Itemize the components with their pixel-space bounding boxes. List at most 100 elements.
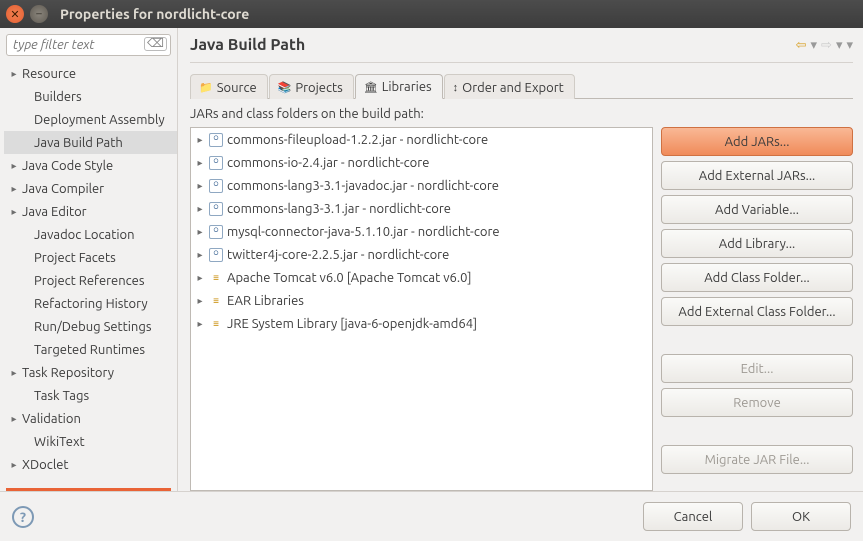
jar-icon: ০ — [209, 133, 223, 147]
category-tree[interactable]: ▸ResourceBuildersDeployment AssemblyJava… — [4, 62, 177, 488]
expand-icon[interactable]: ▸ — [195, 295, 205, 307]
migrate-jar-button[interactable]: Migrate JAR File... — [661, 445, 853, 474]
tree-item[interactable]: Builders — [4, 85, 177, 108]
tab-order-and-export[interactable]: ↕Order and Export — [444, 74, 575, 99]
jar-entry[interactable]: ▸ ০ commons-lang3-3.1.jar - nordlicht-core — [191, 197, 652, 220]
add-class-folder-button[interactable]: Add Class Folder... — [661, 263, 853, 292]
menu-icon[interactable]: ▾ — [846, 38, 853, 53]
expand-icon[interactable]: ▸ — [195, 203, 205, 215]
jar-icon: ০ — [209, 156, 223, 170]
forward-menu-icon[interactable]: ▾ — [836, 38, 843, 53]
tab-source[interactable]: 📁 Source — [190, 74, 268, 99]
tree-item-label: Java Editor — [20, 205, 87, 219]
tree-item-label: Run/Debug Settings — [20, 320, 151, 334]
tree-item[interactable]: ▸XDoclet — [4, 453, 177, 476]
jar-entry[interactable]: ▸ ≡ JRE System Library [java-6-openjdk-amd… — [191, 312, 652, 335]
jar-list[interactable]: ▸ ০ commons-fileupload-1.2.2.jar - nordlic… — [190, 127, 653, 491]
expand-icon[interactable]: ▸ — [195, 318, 205, 330]
expand-icon[interactable]: ▸ — [8, 183, 20, 195]
expand-icon[interactable]: ▸ — [195, 180, 205, 192]
tree-item-label: Java Code Style — [20, 159, 113, 173]
jar-entry[interactable]: ▸ ≡ Apache Tomcat v6.0 [Apache Tomcat v6.0… — [191, 266, 652, 289]
remove-button[interactable]: Remove — [661, 388, 853, 417]
tree-item[interactable]: ▸Java Editor — [4, 200, 177, 223]
tree-item[interactable]: Targeted Runtimes — [4, 338, 177, 361]
tree-item-label: Java Build Path — [20, 136, 123, 150]
tree-item[interactable]: ▸Java Code Style — [4, 154, 177, 177]
expand-icon[interactable]: ▸ — [195, 272, 205, 284]
jar-entry-label: commons-lang3-3.1-javadoc.jar - nordlich… — [227, 179, 499, 193]
tree-item[interactable]: Deployment Assembly — [4, 108, 177, 131]
expand-icon[interactable]: ▸ — [195, 226, 205, 238]
jar-entry[interactable]: ▸০twitter4j-core-2.2.5.jar - nordlicht-c… — [191, 243, 652, 266]
jar-entry[interactable]: ▸০mysql-connector-java-5.1.10.jar - nord… — [191, 220, 652, 243]
jar-entry[interactable]: ▸০commons-lang3-3.1-javadoc.jar - nordli… — [191, 174, 652, 197]
tree-item-label: Validation — [20, 412, 81, 426]
window-minimize-button[interactable]: – — [30, 5, 48, 23]
tree-item[interactable]: ▸Java Compiler — [4, 177, 177, 200]
expand-icon[interactable]: ▸ — [195, 249, 205, 261]
expand-icon[interactable]: ▸ — [8, 459, 20, 471]
add-external-class-folder-button[interactable]: Add External Class Folder... — [661, 297, 853, 326]
cancel-button[interactable]: Cancel — [643, 502, 743, 531]
back-menu-icon[interactable]: ▾ — [811, 38, 818, 53]
jar-entry[interactable]: ▸ ০ commons-io-2.4.jar - nordlicht-core — [191, 151, 652, 174]
libraries-description: JARs and class folders on the build path… — [190, 107, 853, 121]
add-library-button[interactable]: Add Library... — [661, 229, 853, 258]
expand-icon[interactable]: ▸ — [8, 413, 20, 425]
jar-entry[interactable]: ▸ ০ commons-fileupload-1.2.2.jar - nordlic… — [191, 128, 652, 151]
tree-item[interactable]: Task Tags — [4, 384, 177, 407]
tree-item-label: Builders — [20, 90, 82, 104]
forward-icon[interactable]: ⇨ — [821, 38, 832, 53]
window-close-button[interactable]: ✕ — [6, 5, 24, 23]
tree-item[interactable]: Java Build Path — [4, 131, 177, 154]
nav-arrows: ⇦ ▾ ⇨ ▾ ▾ — [796, 38, 853, 53]
jar-entry-label: commons-fileupload-1.2.2.jar - nordlicht… — [227, 133, 488, 147]
tab-label: Source — [217, 81, 257, 95]
tree-item-label: Javadoc Location — [20, 228, 135, 242]
clear-icon[interactable]: ⌫ — [144, 37, 167, 51]
tab-label: Order and Export — [462, 81, 564, 95]
expand-icon[interactable]: ▸ — [8, 206, 20, 218]
add-jars-button[interactable]: Add JARs... — [661, 127, 853, 156]
tab-libraries[interactable]: 🏛Libraries — [355, 74, 443, 99]
tree-item[interactable]: Refactoring History — [4, 292, 177, 315]
jar-entry[interactable]: ▸≡EAR Libraries — [191, 289, 652, 312]
expand-icon[interactable]: ▸ — [8, 367, 20, 379]
tree-item[interactable]: WikiText — [4, 430, 177, 453]
library-icon: ≡ — [209, 271, 223, 285]
expand-icon[interactable]: ▸ — [195, 157, 205, 169]
tab-projects[interactable]: 📚Projects — [269, 74, 354, 99]
ok-button[interactable]: OK — [751, 502, 851, 531]
tree-item[interactable]: Run/Debug Settings — [4, 315, 177, 338]
jar-entry-label: commons-io-2.4.jar - nordlicht-core — [227, 156, 429, 170]
tree-item[interactable]: Project References — [4, 269, 177, 292]
library-icon: ≡ — [209, 317, 223, 331]
jar-entry-label: Apache Tomcat v6.0 [Apache Tomcat v6.0] — [227, 271, 472, 285]
tree-item-label: Resource — [20, 67, 76, 81]
jar-entry-label: commons-lang3-3.1.jar - nordlicht-core — [227, 202, 451, 216]
edit-button[interactable]: Edit... — [661, 354, 853, 383]
tree-item[interactable]: ▸Validation — [4, 407, 177, 430]
expand-icon[interactable]: ▸ — [8, 160, 20, 172]
titlebar: ✕ – Properties for nordlicht-core — [0, 0, 863, 28]
expand-icon[interactable]: ▸ — [195, 134, 205, 146]
expand-icon[interactable]: ▸ — [8, 68, 20, 80]
back-icon[interactable]: ⇦ — [796, 38, 807, 53]
add-external-jars-button[interactable]: Add External JARs... — [661, 161, 853, 190]
tree-item-label: Task Tags — [20, 389, 89, 403]
sidebar: ⌫ ▸ResourceBuildersDeployment AssemblyJa… — [0, 28, 178, 491]
jar-icon: ০ — [209, 202, 223, 216]
add-variable-button[interactable]: Add Variable... — [661, 195, 853, 224]
tree-item[interactable]: Project Facets — [4, 246, 177, 269]
tree-item-label: Project References — [20, 274, 144, 288]
help-icon[interactable]: ? — [12, 506, 34, 528]
jar-entry-label: JRE System Library [java-6-openjdk-amd64… — [227, 317, 477, 331]
tree-item[interactable]: ▸Task Repository — [4, 361, 177, 384]
tree-item[interactable]: Javadoc Location — [4, 223, 177, 246]
tab-label: Projects — [295, 81, 342, 95]
tab-icon: 📁 — [199, 81, 213, 94]
tree-item[interactable]: ▸Resource — [4, 62, 177, 85]
jar-icon: ০ — [209, 248, 223, 262]
tab-icon: ↕ — [453, 82, 459, 94]
